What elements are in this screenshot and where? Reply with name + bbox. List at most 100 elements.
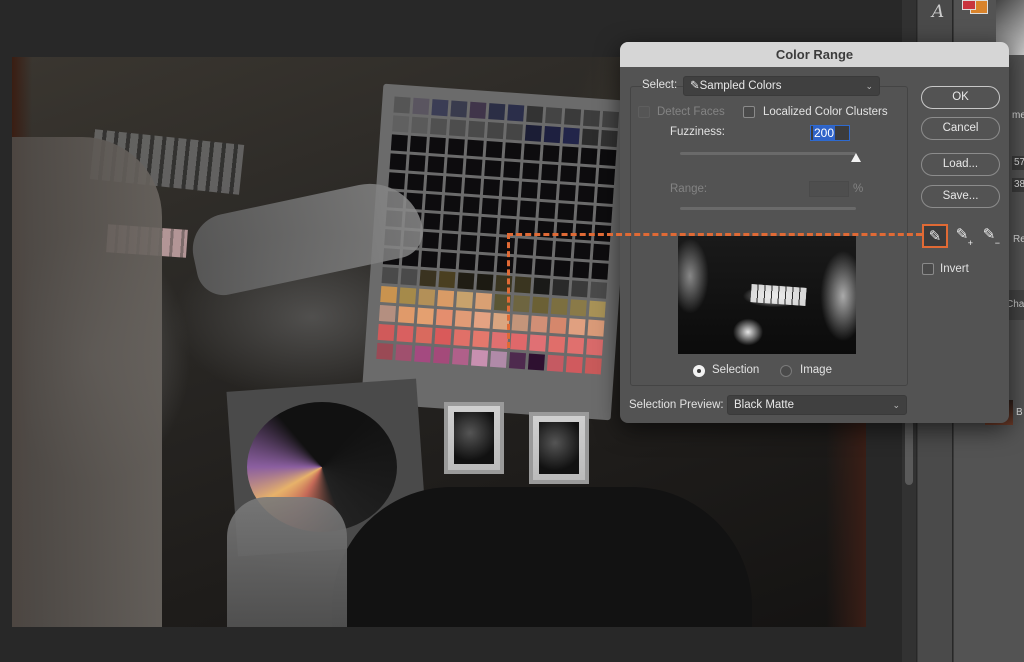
view-selection-radio[interactable] xyxy=(693,365,705,377)
eyedropper-icon: ✎ xyxy=(690,80,700,92)
color-swatch xyxy=(511,314,529,332)
color-swatch xyxy=(409,135,427,153)
localized-clusters-label: Localized Color Clusters xyxy=(763,106,888,118)
cancel-button[interactable]: Cancel xyxy=(921,117,1000,140)
color-swatch xyxy=(434,327,452,345)
color-swatch xyxy=(461,215,479,233)
color-swatch xyxy=(584,357,602,375)
color-swatch xyxy=(378,304,396,323)
color-swatch xyxy=(453,329,471,347)
save-button[interactable]: Save... xyxy=(921,185,1000,208)
color-swatch xyxy=(441,233,459,251)
color-swatch xyxy=(546,354,564,372)
range-input[interactable] xyxy=(809,181,849,197)
color-swatch xyxy=(416,307,434,325)
color-swatch xyxy=(550,297,568,316)
eyedropper-icon[interactable]: ✎ xyxy=(922,224,948,248)
color-swatch xyxy=(454,310,472,328)
color-swatch xyxy=(591,262,609,280)
color-swatch xyxy=(456,291,474,309)
fuzziness-slider-thumb[interactable] xyxy=(851,153,861,162)
view-image-radio[interactable] xyxy=(780,365,792,377)
color-swatch xyxy=(435,308,453,327)
color-swatch xyxy=(460,234,478,252)
photo-print xyxy=(444,402,504,474)
color-swatch xyxy=(458,253,476,271)
ok-button[interactable]: OK xyxy=(921,86,1000,109)
color-swatch xyxy=(565,356,583,374)
fuzziness-label: Fuzziness: xyxy=(670,126,725,138)
eyedropper-add-icon[interactable]: ✎ + xyxy=(949,224,975,248)
color-swatch xyxy=(512,295,530,313)
selection-preview-thumbnail[interactable] xyxy=(678,236,856,354)
color-swatch xyxy=(457,272,475,290)
color-swatch xyxy=(571,280,589,298)
color-swatch xyxy=(541,163,559,182)
detect-faces-checkbox[interactable] xyxy=(638,106,650,118)
color-swatch xyxy=(507,104,525,122)
color-swatch xyxy=(376,342,394,360)
layer-name[interactable]: B xyxy=(1016,407,1023,418)
invert-checkbox[interactable] xyxy=(922,263,934,275)
color-swatch xyxy=(514,276,532,294)
color-swatch xyxy=(533,277,551,295)
fuzziness-value: 200 xyxy=(813,126,836,140)
color-swatch xyxy=(523,143,541,161)
color-swatch xyxy=(486,122,505,140)
fuzziness-input[interactable]: 200 xyxy=(810,125,850,141)
color-swatch xyxy=(586,338,604,356)
color-swatch xyxy=(439,252,457,270)
photoshop-workspace: A me 57 38 Re Cha B Color Range Select: … xyxy=(0,0,1024,662)
selection-preview-dropdown[interactable]: Black Matte ⌄ xyxy=(727,395,907,415)
foreground-color-swatch[interactable] xyxy=(962,0,976,10)
chevron-down-icon: ⌄ xyxy=(865,81,873,91)
color-swatch xyxy=(531,296,549,314)
color-swatch xyxy=(411,116,429,134)
color-swatch xyxy=(463,177,482,195)
color-swatch xyxy=(553,260,571,278)
range-unit: % xyxy=(853,183,864,195)
color-swatch xyxy=(552,278,570,297)
color-swatch xyxy=(538,201,556,219)
color-swatch xyxy=(480,216,498,234)
color-swatch xyxy=(476,273,494,291)
color-swatch xyxy=(496,256,514,274)
photo-print xyxy=(529,412,589,484)
color-swatch xyxy=(396,325,414,343)
load-button[interactable]: Load... xyxy=(921,153,1000,176)
color-swatch xyxy=(446,157,464,175)
color-swatch xyxy=(472,330,490,348)
color-swatch xyxy=(418,288,436,306)
fuzziness-slider[interactable] xyxy=(680,152,856,155)
image-edge xyxy=(826,397,866,627)
color-swatch xyxy=(488,103,506,121)
type-tool-icon[interactable]: A xyxy=(925,0,951,24)
range-slider[interactable] xyxy=(680,207,856,210)
localized-clusters-checkbox[interactable] xyxy=(743,106,755,118)
color-swatch xyxy=(503,161,521,179)
color-swatch xyxy=(452,348,470,366)
select-value: Sampled Colors xyxy=(699,80,782,92)
annotation-dashed-line xyxy=(507,233,922,236)
color-swatch xyxy=(423,212,441,230)
color-swatch xyxy=(601,111,620,129)
eyedropper-subtract-icon[interactable]: ✎ − xyxy=(976,224,1002,248)
panel-value-field[interactable]: 57 xyxy=(1012,156,1024,170)
color-swatch xyxy=(535,239,553,257)
color-swatch xyxy=(530,315,548,333)
color-swatch xyxy=(397,306,415,324)
color-swatch xyxy=(467,120,486,138)
panel-label: me xyxy=(1012,110,1024,121)
color-swatch xyxy=(539,182,557,200)
color-swatch xyxy=(524,124,542,142)
color-swatch xyxy=(438,271,456,289)
color-swatch xyxy=(501,180,519,198)
panel-value-field[interactable]: 38 xyxy=(1012,178,1024,192)
color-swatch xyxy=(580,147,598,165)
color-swatch xyxy=(542,144,560,163)
color-swatch xyxy=(447,138,465,156)
color-swatch xyxy=(419,269,437,287)
scrollbar-thumb[interactable] xyxy=(905,420,913,485)
color-swatch xyxy=(491,331,509,349)
select-dropdown[interactable]: ✎Sampled Colors ⌄ xyxy=(683,76,880,96)
